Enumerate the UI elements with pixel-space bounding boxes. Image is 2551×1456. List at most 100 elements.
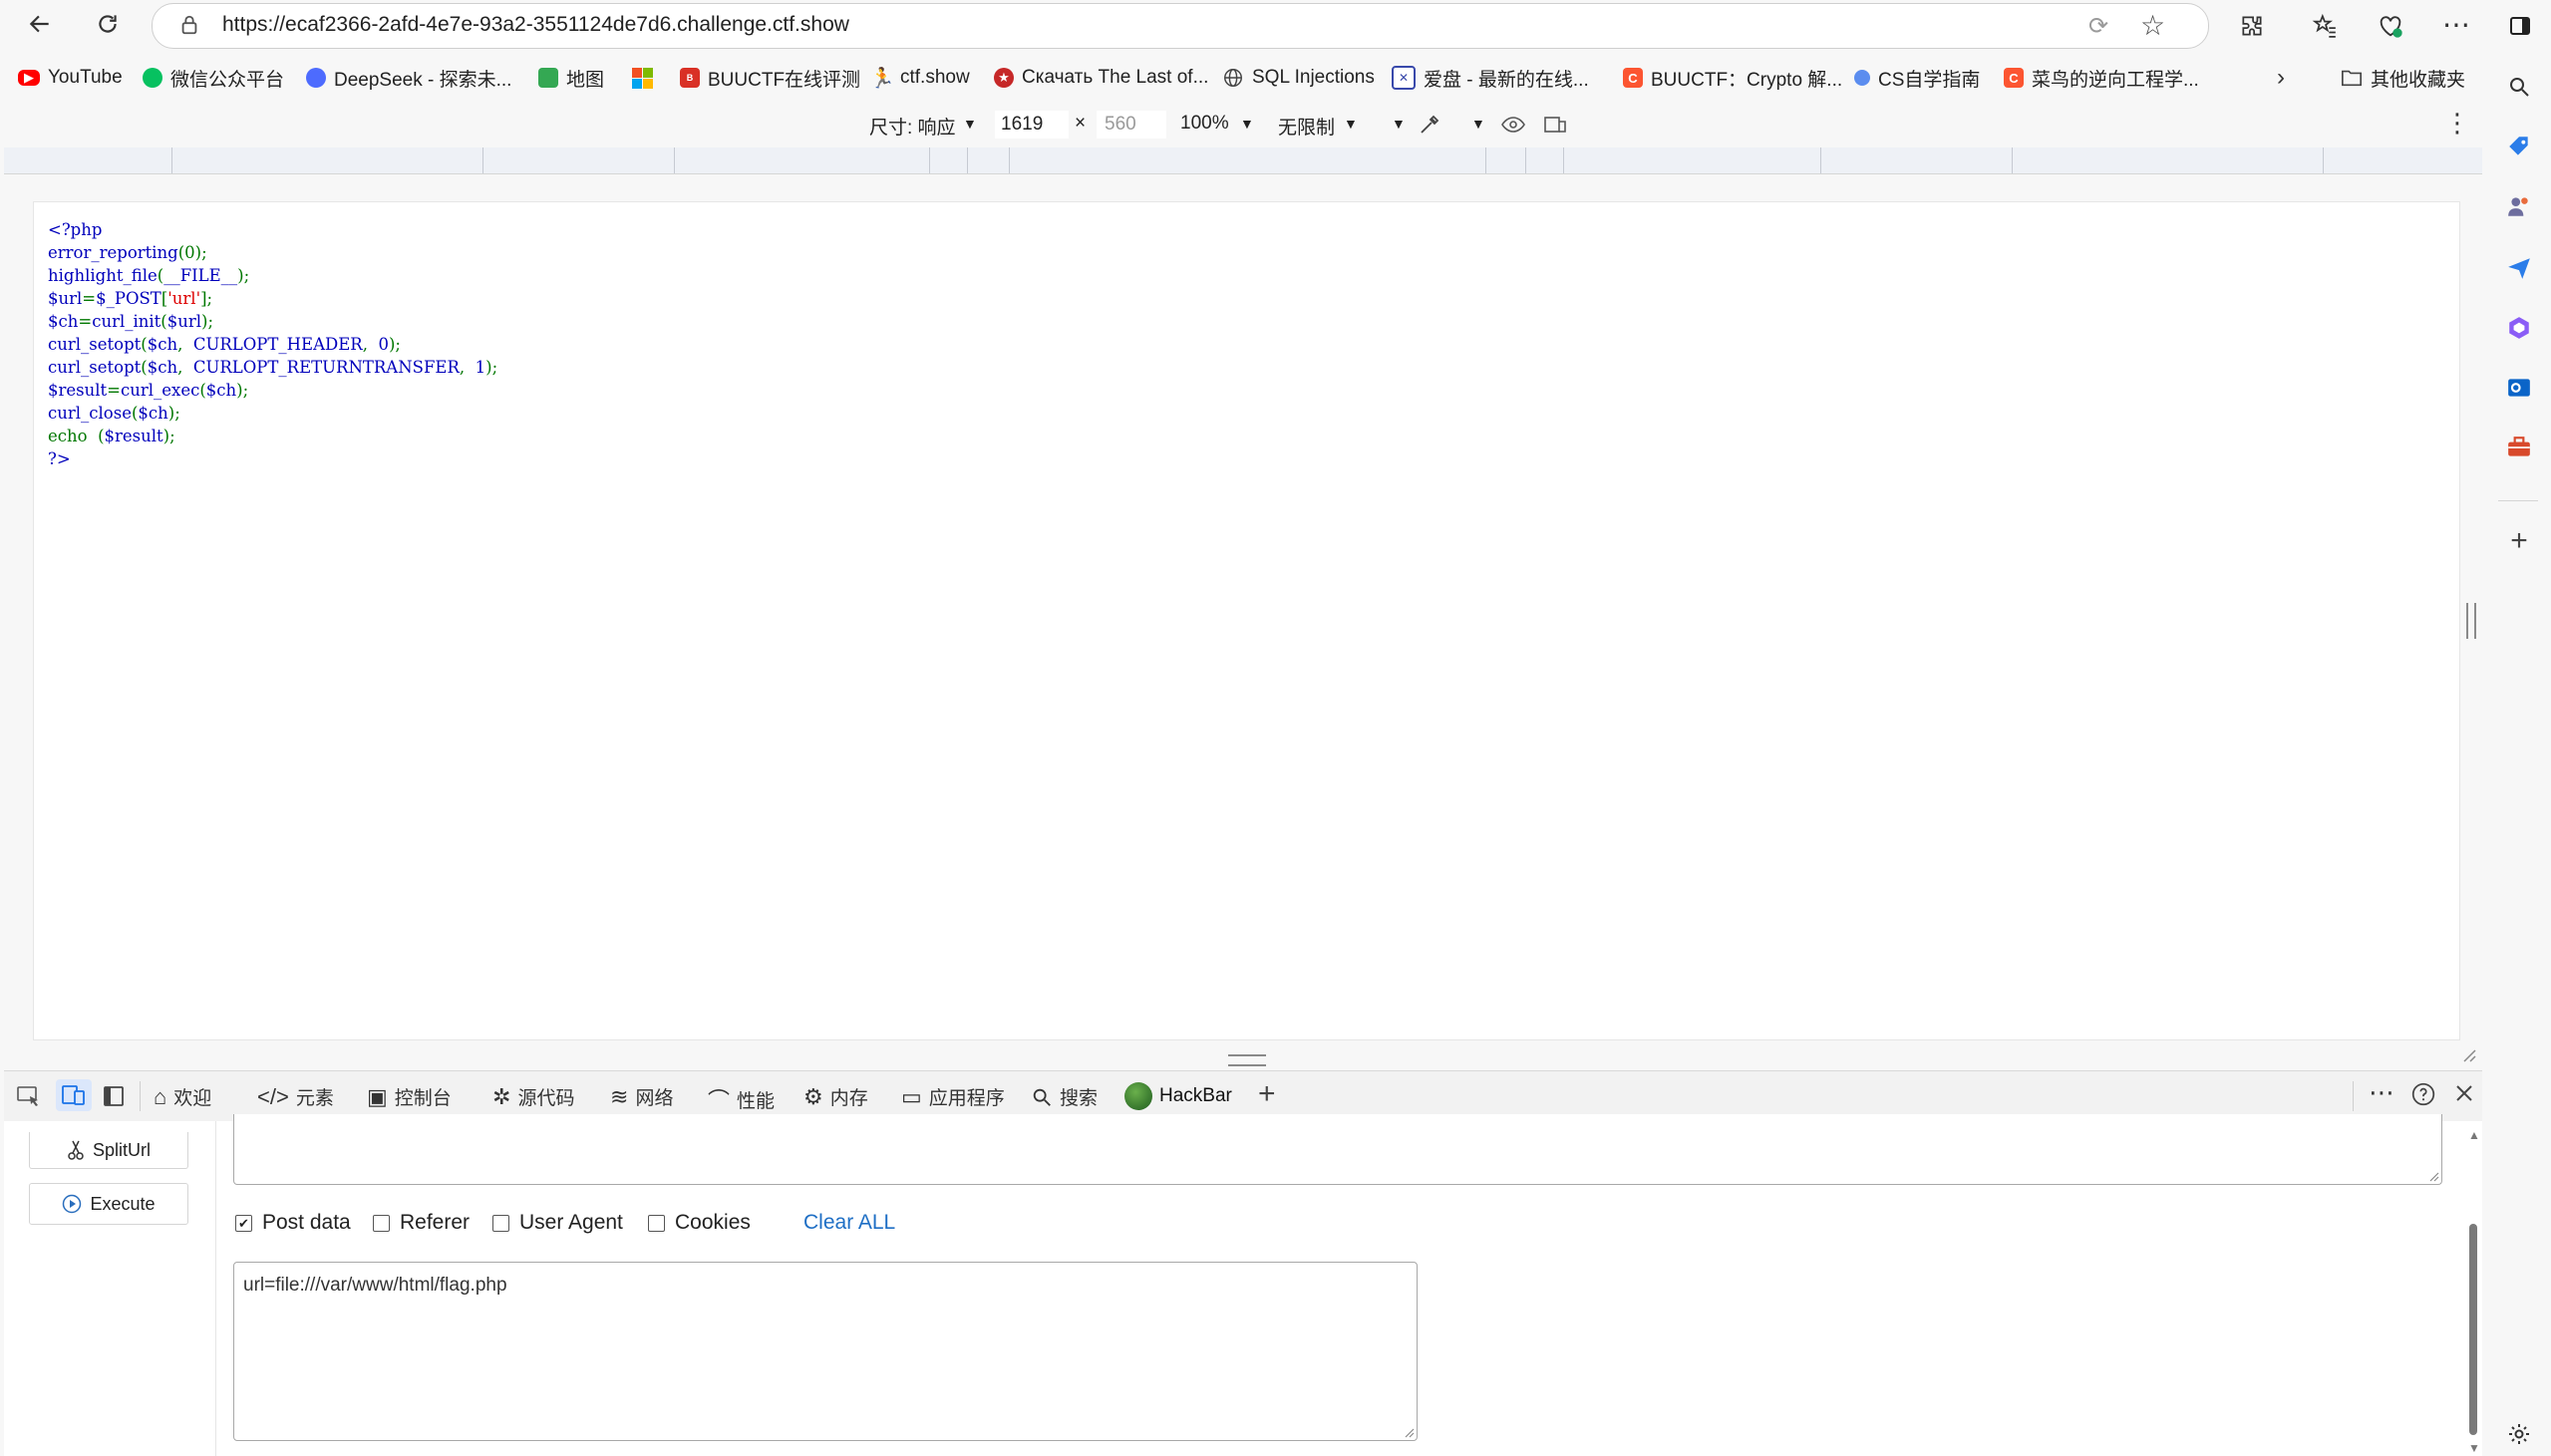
- favorite-wechat[interactable]: 微信公众平台: [143, 64, 284, 92]
- favorites-overflow-chevron-icon[interactable]: ›: [2277, 64, 2285, 92]
- devtools-more-icon[interactable]: ⋯: [2369, 1077, 2394, 1108]
- scroll-up-icon[interactable]: ▲: [2468, 1128, 2480, 1142]
- close-devtools-icon[interactable]: [2452, 1081, 2476, 1105]
- back-arrow-icon: [29, 15, 49, 33]
- back-button[interactable]: [20, 4, 60, 44]
- eyedropper-icon[interactable]: [1418, 113, 1441, 137]
- reload-icon: [99, 15, 117, 33]
- media-query-ruler[interactable]: [4, 147, 2482, 174]
- sidebar-toggle-icon[interactable]: [2498, 4, 2542, 48]
- outlook-icon[interactable]: [2502, 371, 2536, 405]
- code-token: $result: [48, 381, 108, 400]
- viewport-resize-corner-icon[interactable]: [2460, 1046, 2476, 1062]
- tab-welcome[interactable]: ⌂ 欢迎: [154, 1083, 211, 1110]
- extensions-icon[interactable]: [2230, 4, 2274, 48]
- hackbar-scrollbar[interactable]: ▲ ▼: [2464, 1128, 2480, 1456]
- send-icon[interactable]: [2502, 251, 2536, 285]
- tab-memory[interactable]: ⚙ 内存: [803, 1083, 868, 1110]
- code-token: curl_setopt: [48, 335, 142, 354]
- add-tab-icon[interactable]: +: [1258, 1077, 1276, 1111]
- youtube-icon: ▶: [18, 70, 40, 86]
- tab-elements[interactable]: </> 元素: [257, 1083, 334, 1110]
- favorite-other-folder[interactable]: 其他收藏夹: [2341, 64, 2465, 92]
- favorite-buuctf[interactable]: B BUUCTF在线评测: [680, 64, 860, 92]
- height-input[interactable]: 560: [1097, 111, 1166, 139]
- favorite-reverse-engineering[interactable]: C 菜鸟的逆向工程学...: [2004, 64, 2199, 92]
- favorite-download-site[interactable]: ★ Скачать The Last of...: [994, 64, 1208, 92]
- tab-search[interactable]: 搜索: [1031, 1083, 1098, 1110]
- tab-sources[interactable]: ✲ 源代码: [492, 1083, 574, 1110]
- post-data-checkbox[interactable]: ✔ Post data: [235, 1211, 351, 1235]
- split-url-button[interactable]: SplitUrl: [29, 1132, 188, 1169]
- favorite-map[interactable]: 地图: [538, 64, 604, 92]
- post-data-value: url=file:///var/www/html/flag.php: [243, 1275, 507, 1296]
- code-token: ];: [200, 289, 213, 308]
- vision-deficiency-eye-icon[interactable]: [1501, 114, 1525, 136]
- dimensions-select[interactable]: 尺寸: 响应: [869, 113, 956, 140]
- favorite-deepseek[interactable]: DeepSeek - 探索未...: [306, 64, 511, 92]
- favorite-microsoft[interactable]: [632, 64, 653, 92]
- cookies-checkbox[interactable]: Cookies: [648, 1211, 751, 1235]
- execute-button[interactable]: Execute: [29, 1183, 188, 1225]
- favorite-ctfshow[interactable]: 🏃 ctf.show: [870, 64, 970, 92]
- viewport-resize-handle-bottom[interactable]: [1228, 1054, 1266, 1066]
- tab-application[interactable]: ▭ 应用程序: [901, 1083, 1005, 1110]
- rotate-dropdown-icon[interactable]: ▼: [1392, 116, 1406, 132]
- tab-performance[interactable]: ⌒ 性能: [708, 1083, 775, 1115]
- favorite-label: SQL Injections: [1252, 67, 1375, 88]
- zoom-select[interactable]: 100%: [1180, 113, 1229, 135]
- width-input[interactable]: 1619: [995, 111, 1069, 139]
- dimensions-dropdown-icon[interactable]: ▼: [963, 116, 977, 132]
- help-icon[interactable]: [2410, 1081, 2436, 1107]
- play-icon: [63, 1194, 82, 1214]
- favorites-icon[interactable]: [2303, 4, 2347, 48]
- device-posture-icon[interactable]: [1543, 114, 1567, 136]
- more-menu-icon[interactable]: ⋯: [2434, 2, 2478, 46]
- throttle-dropdown-icon[interactable]: ▼: [1344, 116, 1358, 132]
- inspect-element-icon[interactable]: [16, 1084, 42, 1108]
- favorite-youtube[interactable]: ▶ YouTube: [18, 64, 123, 92]
- zoom-dropdown-icon[interactable]: ▼: [1240, 116, 1254, 132]
- edge-sidebar: +: [2486, 56, 2551, 1456]
- referer-checkbox[interactable]: Referer: [373, 1211, 470, 1235]
- capture-dropdown-icon[interactable]: ▼: [1471, 116, 1485, 132]
- viewport-resize-handle-right[interactable]: [2466, 603, 2476, 639]
- post-data-textarea[interactable]: url=file:///var/www/html/flag.php: [233, 1262, 1418, 1441]
- office-icon[interactable]: [2502, 311, 2536, 345]
- favorite-aipan[interactable]: ✕ 爱盘 - 最新的在线...: [1392, 64, 1589, 92]
- scrollbar-thumb[interactable]: [2469, 1224, 2477, 1435]
- tab-console[interactable]: ▣ 控制台: [367, 1083, 452, 1110]
- settings-gear-icon[interactable]: [2502, 1417, 2536, 1451]
- code-line: $result=curl_exec($ch);: [48, 379, 497, 402]
- favorite-star-icon[interactable]: ☆: [2140, 9, 2165, 42]
- favorite-buuctf-crypto[interactable]: C BUUCTF：Crypto 解...: [1623, 64, 1842, 92]
- clear-all-link[interactable]: Clear ALL: [803, 1211, 895, 1235]
- read-aloud-icon[interactable]: ⟳: [2088, 12, 2108, 41]
- throttle-select[interactable]: 无限制: [1278, 113, 1335, 140]
- tab-hackbar[interactable]: HackBar: [1124, 1081, 1232, 1111]
- code-token: $_POST: [96, 289, 161, 308]
- favorite-cs-guide[interactable]: CS自学指南: [1854, 64, 1980, 92]
- scroll-down-icon[interactable]: ▼: [2468, 1441, 2480, 1455]
- favorite-label: Скачать The Last of...: [1022, 67, 1209, 88]
- search-icon[interactable]: [2502, 70, 2536, 104]
- favorite-sql-injections[interactable]: SQL Injections: [1222, 64, 1375, 92]
- shopping-tag-icon[interactable]: [2502, 130, 2536, 163]
- browser-essentials-icon[interactable]: [2369, 4, 2412, 48]
- url-textarea[interactable]: [233, 1114, 2442, 1185]
- tools-icon[interactable]: [2502, 431, 2536, 464]
- code-icon: </>: [257, 1083, 289, 1109]
- code-token: );: [388, 335, 401, 354]
- people-icon[interactable]: [2502, 189, 2536, 223]
- dock-side-icon[interactable]: [102, 1084, 126, 1108]
- device-emulation-toggle[interactable]: [56, 1079, 92, 1111]
- times-sign: ×: [1075, 113, 1087, 134]
- address-bar[interactable]: https://ecaf2366-2afd-4e7e-93a2-3551124d…: [152, 3, 2209, 49]
- reload-button[interactable]: [88, 4, 128, 44]
- add-icon[interactable]: +: [2502, 524, 2536, 558]
- browser-toolbar: https://ecaf2366-2afd-4e7e-93a2-3551124d…: [0, 0, 2551, 52]
- favorite-label: YouTube: [48, 67, 123, 88]
- tab-network[interactable]: ≋ 网络: [610, 1083, 673, 1110]
- user-agent-checkbox[interactable]: User Agent: [492, 1211, 623, 1235]
- device-more-icon[interactable]: ⋮: [2444, 108, 2470, 139]
